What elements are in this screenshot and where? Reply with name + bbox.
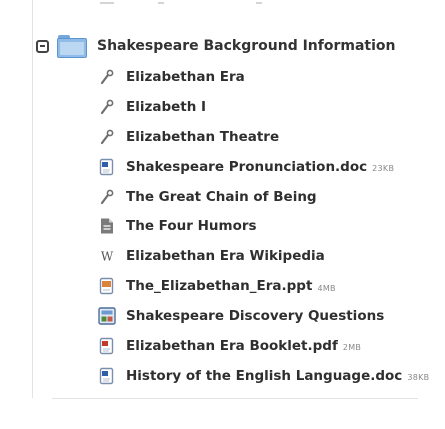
resource-list: Elizabethan Era Elizabeth I Elizabethan Th… <box>98 62 438 391</box>
list-item[interactable]: Shakespeare Pronunciation.doc 23KB <box>98 152 438 182</box>
folder-icon <box>57 34 87 58</box>
bottom-divider <box>52 398 418 399</box>
item-label[interactable]: Elizabethan Theatre <box>126 129 279 145</box>
folder-name[interactable]: Shakespeare Background Information <box>97 38 396 54</box>
list-item[interactable]: Shakespeare Discovery Questions <box>98 301 438 331</box>
pdf-icon <box>98 337 116 355</box>
item-label[interactable]: Shakespeare Pronunciation.doc <box>126 159 367 175</box>
file-size: 2MB <box>342 343 362 353</box>
item-label[interactable]: Elizabethan Era Wikipedia <box>126 248 325 264</box>
link-icon <box>98 98 116 116</box>
item-label[interactable]: Elizabeth I <box>126 99 206 115</box>
list-item[interactable]: The Four Humors <box>98 211 438 241</box>
page-icon <box>98 217 116 235</box>
item-label[interactable]: The Great Chain of Being <box>126 189 317 205</box>
list-item[interactable]: The Great Chain of Being <box>98 182 438 212</box>
item-label[interactable]: The Four Humors <box>126 218 257 234</box>
link-icon <box>98 188 116 206</box>
item-label[interactable]: The_Elizabethan_Era.ppt <box>126 278 312 294</box>
file-size: 4MB <box>317 283 336 293</box>
list-item[interactable]: History of the English Language.doc 38KB <box>98 361 438 391</box>
item-label[interactable]: Elizabethan Era Booklet.pdf <box>126 338 338 354</box>
file-size: 38KB <box>407 373 430 383</box>
link-icon <box>98 128 116 146</box>
folder-row[interactable]: Shakespeare Background Information <box>36 32 396 60</box>
item-label[interactable]: Elizabethan Era <box>126 69 245 85</box>
link-icon <box>98 68 116 86</box>
file-size: 23KB <box>372 164 395 174</box>
list-item[interactable]: W Elizabethan Era Wikipedia <box>98 241 438 271</box>
item-label[interactable]: History of the English Language.doc <box>126 368 402 384</box>
previous-item-clipped <box>96 0 396 10</box>
item-label[interactable]: Shakespeare Discovery Questions <box>126 308 384 324</box>
list-item[interactable]: Elizabethan Theatre <box>98 122 438 152</box>
svg-text:W: W <box>101 250 114 264</box>
list-item[interactable]: Elizabethan Era <box>98 62 438 92</box>
word-document-icon <box>98 158 116 176</box>
powerpoint-icon <box>98 277 116 295</box>
list-item[interactable]: The_Elizabethan_Era.ppt 4MB <box>98 271 438 301</box>
word-document-icon <box>98 367 116 385</box>
left-border <box>32 0 33 398</box>
list-item[interactable]: Elizabeth I <box>98 92 438 122</box>
discussion-icon <box>98 307 116 325</box>
list-item[interactable]: Elizabethan Era Booklet.pdf 2MB <box>98 331 438 361</box>
wikipedia-icon: W <box>98 247 116 265</box>
collapse-minus-icon[interactable] <box>36 39 49 53</box>
